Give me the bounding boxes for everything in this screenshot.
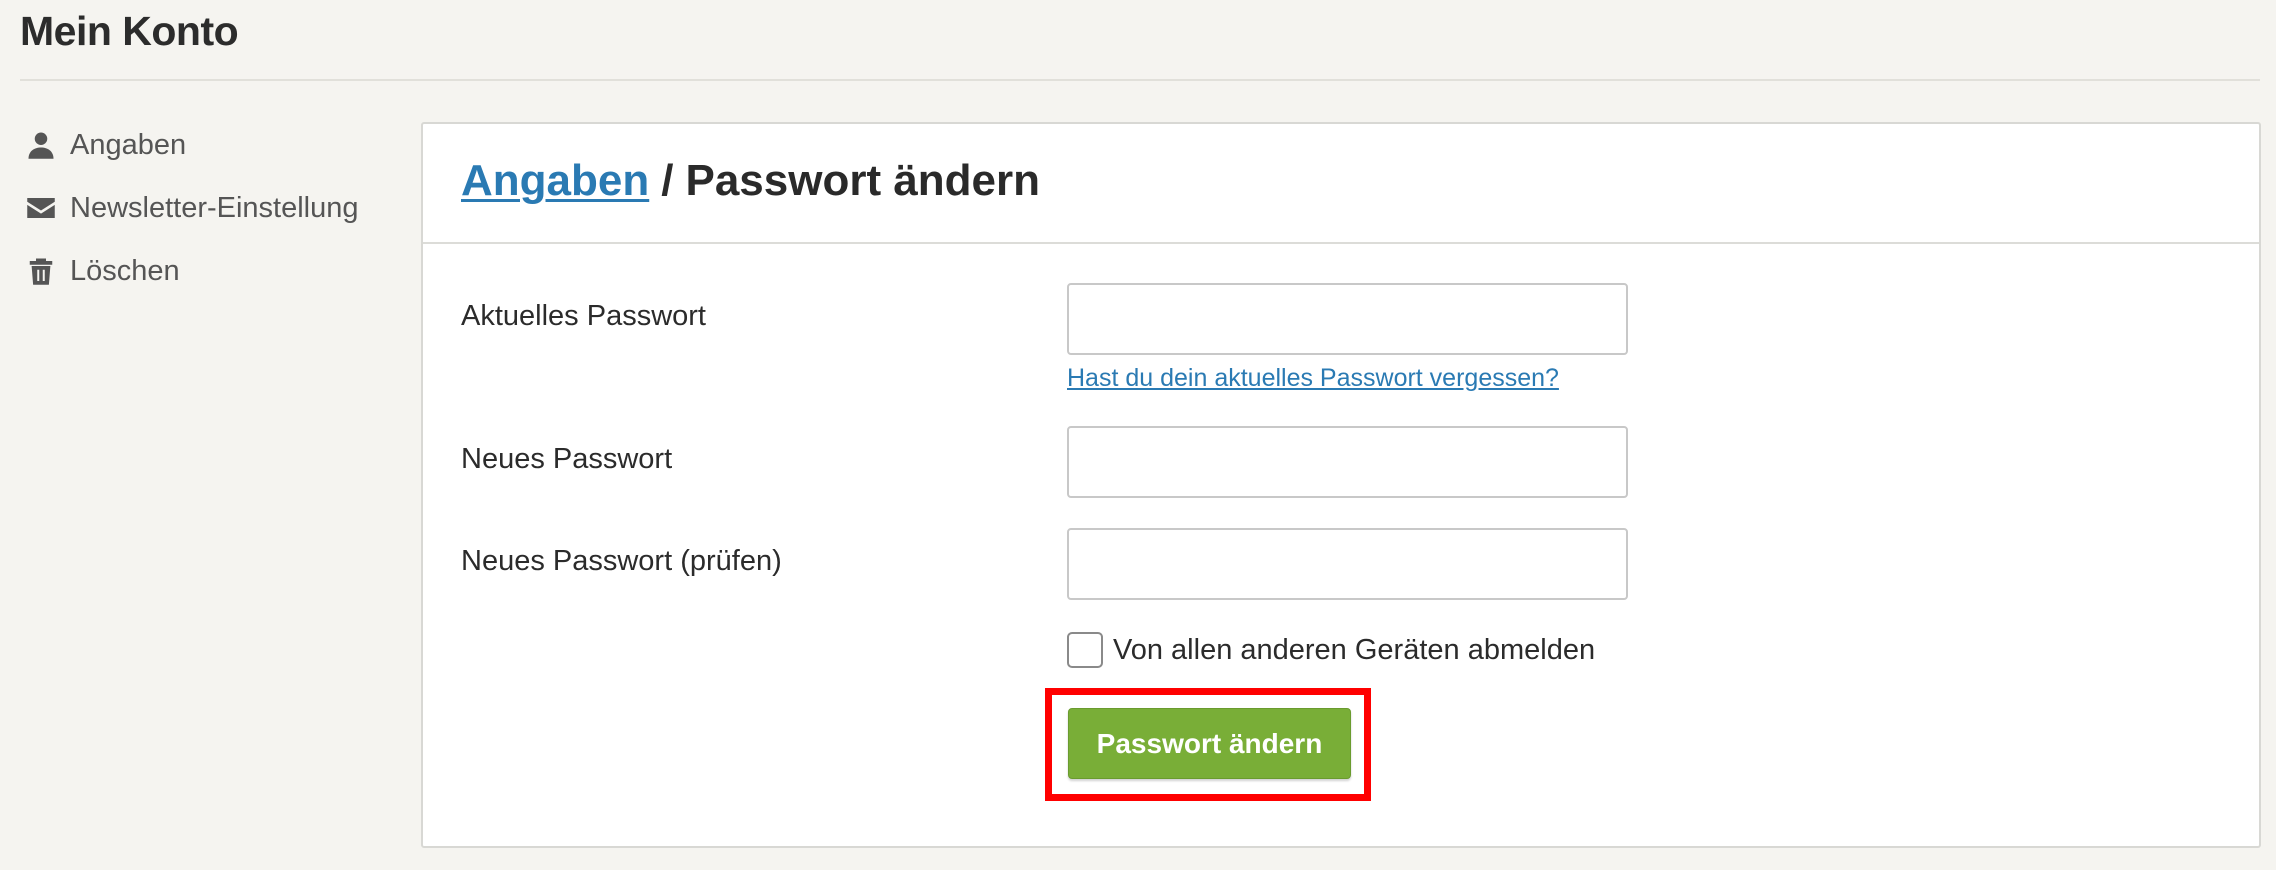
- envelope-icon: [24, 191, 58, 225]
- sidebar-item-label: Newsletter-Einstellung: [70, 191, 359, 224]
- confirm-password-input[interactable]: [1067, 528, 1628, 600]
- sidebar-item-loeschen[interactable]: Löschen: [24, 251, 359, 291]
- confirm-password-label: Neues Passwort (prüfen): [461, 545, 782, 577]
- sidebar-nav: Angaben Newsletter-Einstellung Löschen: [24, 125, 359, 314]
- sidebar-item-angaben[interactable]: Angaben: [24, 125, 359, 165]
- current-password-label: Aktuelles Passwort: [461, 300, 706, 332]
- new-password-input[interactable]: [1067, 426, 1628, 498]
- account-page: Mein Konto Angaben Newsletter-Einstellun…: [0, 0, 2276, 870]
- logout-devices-checkbox[interactable]: [1067, 632, 1103, 668]
- forgot-password-link[interactable]: Hast du dein aktuelles Passwort vergesse…: [1067, 364, 1559, 393]
- sidebar-item-label: Löschen: [70, 254, 180, 287]
- password-card: Angaben / Passwort ändern Aktuelles Passwo…: [421, 122, 2261, 848]
- card-header: Angaben / Passwort ändern: [423, 124, 2259, 244]
- breadcrumb-link-angaben[interactable]: Angaben: [461, 156, 649, 205]
- sidebar-item-newsletter[interactable]: Newsletter-Einstellung: [24, 188, 359, 228]
- new-password-label: Neues Passwort: [461, 443, 673, 475]
- logout-devices-label[interactable]: Von allen anderen Geräten abmelden: [1113, 634, 1595, 667]
- current-password-input[interactable]: [1067, 283, 1628, 355]
- breadcrumb-separator: /: [661, 156, 674, 205]
- page-title: Mein Konto: [20, 8, 239, 54]
- breadcrumb-current: Passwort ändern: [685, 156, 1041, 205]
- change-password-button[interactable]: Passwort ändern: [1068, 708, 1351, 779]
- trash-icon: [24, 254, 58, 288]
- logout-devices-row: Von allen anderen Geräten abmelden: [1067, 632, 1595, 668]
- title-divider: [20, 79, 2260, 81]
- user-icon: [24, 128, 58, 162]
- sidebar-item-label: Angaben: [70, 128, 187, 161]
